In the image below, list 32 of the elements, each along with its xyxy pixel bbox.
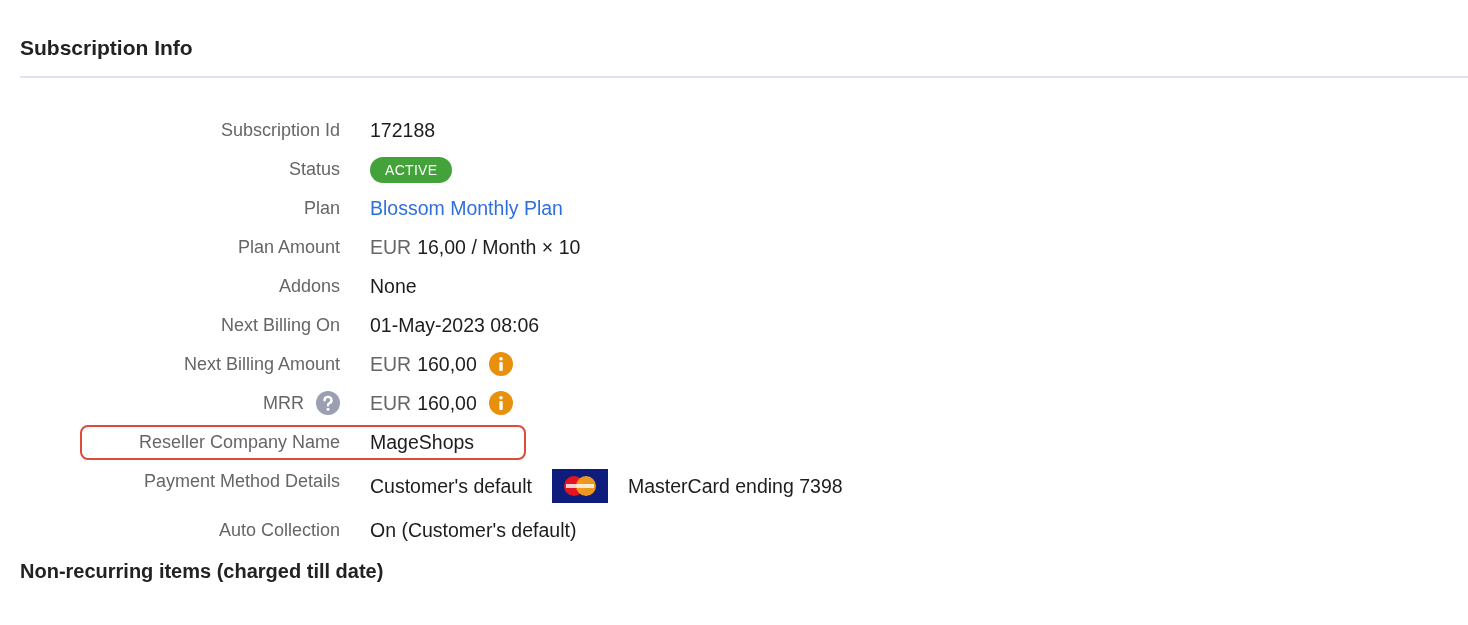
field-label: MRR bbox=[263, 392, 304, 415]
field-label: Plan bbox=[303, 197, 340, 220]
field-value: Customer's default bbox=[370, 474, 532, 498]
field-label: Payment Method Details bbox=[143, 470, 340, 493]
field-value: 172188 bbox=[370, 118, 436, 142]
field-value: None bbox=[370, 274, 417, 298]
currency-code: EUR bbox=[370, 352, 412, 376]
amount-value: 160,00 bbox=[417, 391, 477, 415]
field-value: MageShops bbox=[370, 430, 475, 454]
plan-link[interactable]: Blossom Monthly Plan bbox=[370, 196, 563, 220]
currency-code: EUR bbox=[370, 235, 412, 259]
field-label: Status bbox=[288, 158, 340, 181]
currency-code: EUR bbox=[370, 391, 412, 415]
field-label: Subscription Id bbox=[220, 119, 340, 142]
field-label: Next Billing On bbox=[220, 314, 340, 337]
section-title: Subscription Info bbox=[20, 35, 194, 61]
info-icon[interactable] bbox=[488, 352, 513, 376]
card-details: MasterCard ending 7398 bbox=[627, 474, 843, 498]
field-value: On (Customer's default) bbox=[370, 518, 577, 542]
field-label: Reseller Company Name bbox=[138, 431, 340, 454]
field-label: Addons bbox=[278, 275, 340, 298]
help-icon[interactable] bbox=[316, 391, 340, 415]
field-label: Next Billing Amount bbox=[183, 353, 340, 376]
field-label: Plan Amount bbox=[237, 236, 340, 259]
section-title: Non-recurring items (charged till date) bbox=[20, 559, 385, 583]
amount-value: 16,00 / Month × 10 bbox=[417, 235, 581, 259]
amount-value: 160,00 bbox=[417, 352, 477, 376]
status-badge: ACTIVE bbox=[370, 157, 453, 183]
info-icon[interactable] bbox=[488, 391, 513, 415]
field-label: Auto Collection bbox=[218, 519, 340, 542]
card-logo-icon bbox=[551, 469, 608, 503]
field-value: 01-May-2023 08:06 bbox=[370, 313, 540, 337]
